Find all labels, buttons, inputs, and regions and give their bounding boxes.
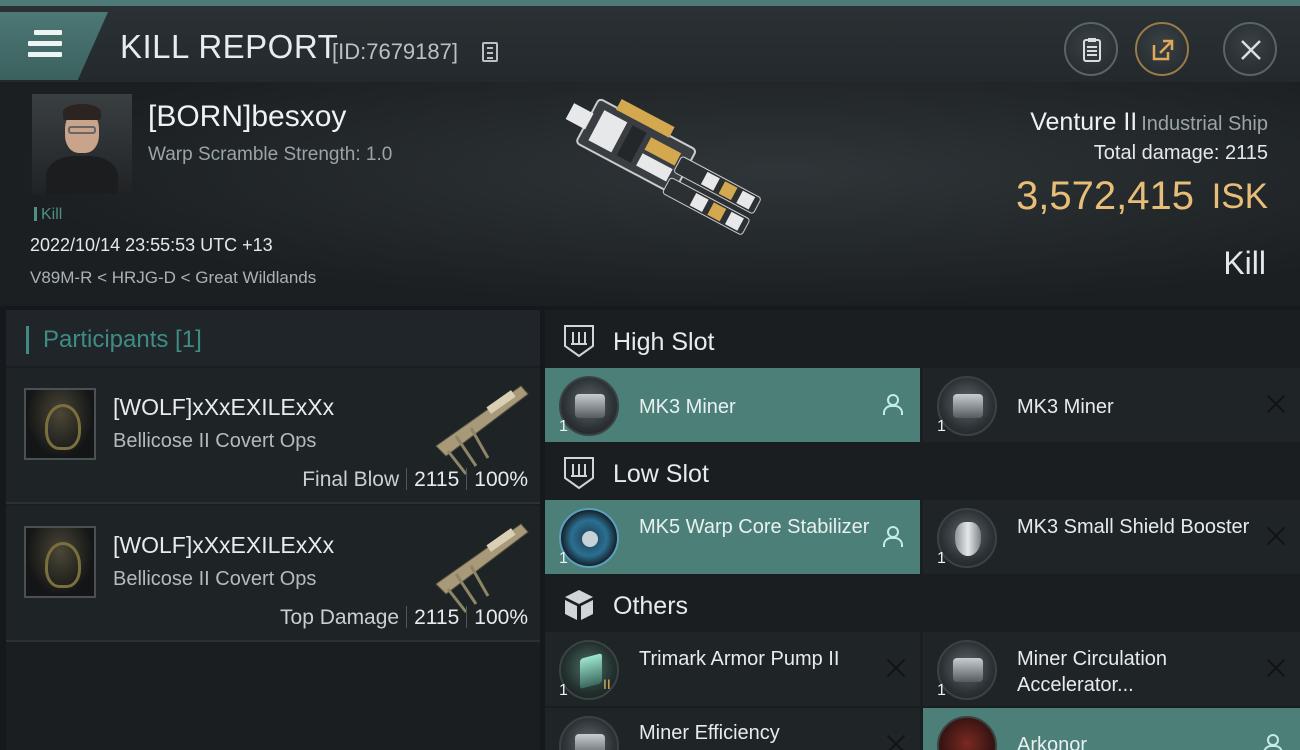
participant-row[interactable]: [WOLF]xXxEXILExXx Bellicose II Covert Op… [6,506,540,642]
attacker-stats: Final Blow 2115 100% [302,468,528,491]
module-name: Miner Efficiency [639,722,780,744]
high-slot-header: High Slot [545,312,1300,370]
module-name: MK3 Small Shield Booster [1017,516,1250,538]
victim-ship-image[interactable] [540,96,770,296]
isk-unit: ISK [1211,177,1268,216]
module-name: MK3 Miner [639,396,736,418]
module-name: Arkonor [1017,734,1088,750]
close-icon [1241,40,1261,60]
result-label: Kill [1223,245,1266,281]
share-button[interactable] [1135,22,1189,76]
high-slot-icon [564,325,594,358]
participants-header: Participants [1] [6,310,540,366]
copy-icon[interactable] [482,42,498,62]
attacker-portrait[interactable] [24,388,96,460]
others-header: Others [545,576,1300,634]
cargo-box-icon [565,590,593,620]
warp-core-stabilizer-icon [559,508,619,568]
kill-timestamp: 2022/10/14 23:55:53 UTC +13 [30,235,273,255]
module-name: Miner Circulation Accelerator... [1017,648,1168,696]
module-name: MK3 Miner [1017,396,1114,418]
report-id: [ID:7679187] [332,39,458,64]
attacker-ship: Bellicose II Covert Ops [113,430,317,452]
destroyed-x-icon [886,734,906,750]
module-mk3-miner-fitted[interactable]: 1 MK3 Miner [545,368,920,442]
attacker-stats: Top Damage 2115 100% [280,606,528,629]
low-slot-icon [564,457,594,490]
pilot-icon [882,526,903,547]
attacker-name: [WOLF]xXxEXILExXx [113,532,335,558]
attacker-name: [WOLF]xXxEXILExXx [113,394,335,420]
miner-module-icon [937,376,997,436]
fittings-panel: High Slot 1 MK3 Miner 1 MK3 Miner Low Sl… [545,310,1300,750]
ore-icon [937,716,997,750]
victim-summary: [BORN]besxoy Warp Scramble Strength: 1.0… [0,82,1300,306]
module-arkonor[interactable]: Arkonor [923,708,1300,750]
module-small-shield-booster[interactable]: 1 MK3 Small Shield Booster [923,500,1300,574]
participants-title: Participants [1] [26,326,202,354]
others-title: Others [613,592,689,620]
victim-ship-class: Industrial Ship [1141,113,1268,135]
module-quantity: 1 [559,418,568,435]
attacker-ship-image [435,523,529,613]
participants-panel: Participants [1] [WOLF]xXxEXILExXx Belli… [6,310,540,750]
miner-rig-icon [937,640,997,700]
participant-row[interactable]: [WOLF]xXxEXILExXx Bellicose II Covert Op… [6,368,540,504]
module-name: MK5 Warp Core Stabilizer [639,516,870,538]
close-button[interactable] [1223,22,1277,76]
victim-name[interactable]: [BORN]besxoy [148,100,346,134]
module-miner-efficiency[interactable]: Miner Efficiency [545,708,920,750]
module-quantity: 1 [559,550,568,567]
hamburger-menu-icon [28,30,62,63]
module-quantity: 1 [559,682,568,699]
total-damage: Total damage: 2115 [1093,142,1268,164]
page-title: KILL REPORT [120,28,339,65]
module-miner-circulation-accelerator[interactable]: 1 Miner Circulation Accelerator... [923,632,1300,706]
destroyed-x-icon [1266,394,1286,414]
low-slot-header: Low Slot [545,444,1300,502]
isk-value: 3,572,415 [1016,174,1194,218]
share-icon [1152,39,1174,61]
destroyed-x-icon [1266,526,1286,546]
victim-portrait[interactable] [32,94,132,194]
shield-booster-icon [937,508,997,568]
clipboard-button[interactable] [1064,22,1118,76]
module-name: Trimark Armor Pump II [639,648,840,670]
module-trimark-armor-pump[interactable]: 1 II Trimark Armor Pump II [545,632,920,706]
header-bar: KILL REPORT [ID:7679187] [0,0,1300,82]
miner-module-icon [559,376,619,436]
low-slot-title: Low Slot [613,460,709,488]
attacker-ship: Bellicose II Covert Ops [113,568,317,590]
kill-location[interactable]: V89M-R < HRJG-D < Great Wildlands [30,268,316,288]
attacker-portrait[interactable] [24,526,96,598]
pilot-icon [1262,734,1283,750]
high-slot-title: High Slot [613,328,715,356]
miner-rig-icon [559,716,619,750]
module-quantity: 1 [937,682,946,699]
warp-scramble-strength: Warp Scramble Strength: 1.0 [148,144,393,165]
victim-ship-name[interactable]: Venture II Industrial Ship [1030,108,1268,137]
module-quantity: 1 [937,550,946,567]
module-warp-core-stabilizer[interactable]: 1 MK5 Warp Core Stabilizer [545,500,920,574]
attacker-ship-image [435,385,529,475]
module-tier: II [603,676,611,692]
pilot-icon [882,394,903,415]
menu-button[interactable] [0,12,108,80]
module-quantity: 1 [937,418,946,435]
destroyed-x-icon [886,658,906,678]
destroyed-x-icon [1266,658,1286,678]
kill-tag: Kill [34,206,62,224]
module-mk3-miner-destroyed[interactable]: 1 MK3 Miner [923,368,1300,442]
clipboard-icon [1083,38,1101,62]
